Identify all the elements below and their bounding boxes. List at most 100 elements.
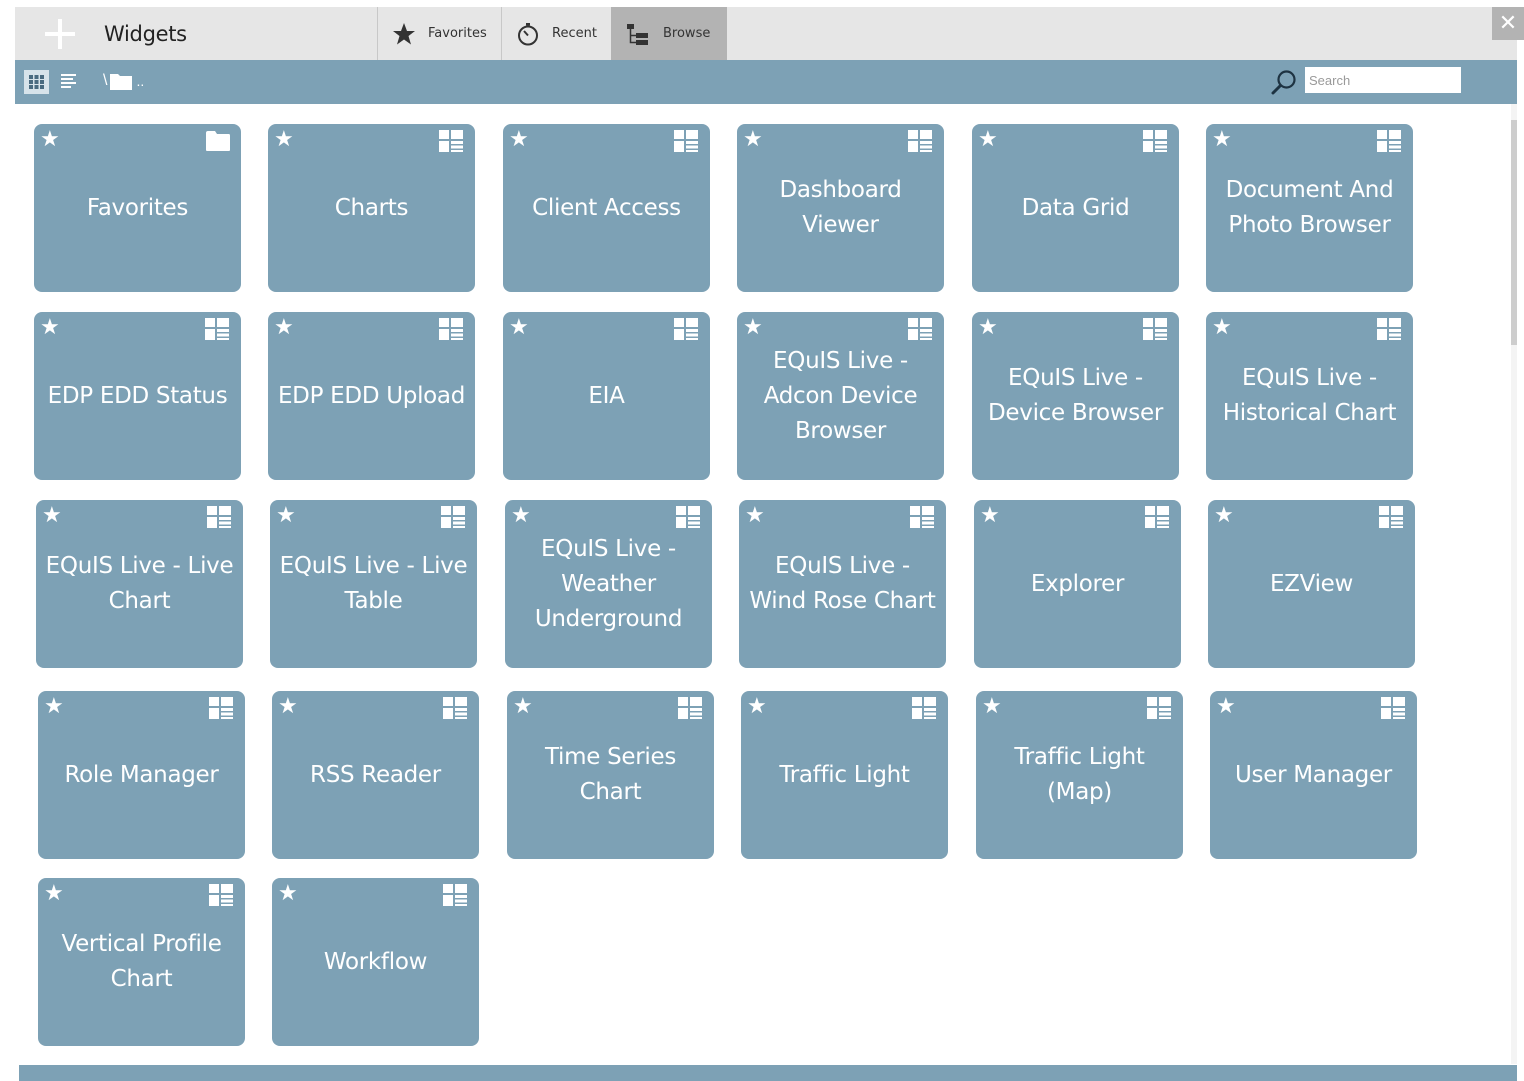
breadcrumb-separator: \ <box>103 72 108 89</box>
breadcrumb[interactable]: \ .. <box>103 69 144 93</box>
widget-tile-label: EQuIS Live - Historical Chart <box>1222 365 1397 426</box>
favorite-star-icon[interactable]: ★ <box>274 128 294 152</box>
grid-view-button[interactable] <box>24 70 49 94</box>
widget-icon <box>205 318 229 340</box>
favorite-star-icon[interactable]: ★ <box>509 316 529 340</box>
widget-icon <box>1143 130 1167 152</box>
widget-icon <box>441 506 465 528</box>
widget-tile[interactable]: ★ Data Grid <box>972 124 1179 292</box>
widgets-window: Widgets Favorites Recent Browse ✕ \ .. S… <box>0 0 1524 1081</box>
widget-tile[interactable]: ★ Favorites <box>34 124 241 292</box>
widget-icon <box>207 506 231 528</box>
widget-tile-label: EQuIS Live - Wind Rose Chart <box>749 553 936 614</box>
widget-tile-label: EQuIS Live - Device Browser <box>988 365 1163 426</box>
favorite-star-icon[interactable]: ★ <box>44 695 64 719</box>
tab-label: Recent <box>552 26 597 41</box>
widget-icon <box>674 318 698 340</box>
widget-tile[interactable]: ★ EQuIS Live - Weather Underground <box>505 500 712 668</box>
favorite-star-icon[interactable]: ★ <box>747 695 767 719</box>
favorite-star-icon[interactable]: ★ <box>980 504 1000 528</box>
widget-tile[interactable]: ★ User Manager <box>1210 691 1417 859</box>
widget-icon <box>209 884 233 906</box>
widget-tile[interactable]: ★ RSS Reader <box>272 691 479 859</box>
grid-view-icon <box>29 75 44 89</box>
favorite-star-icon[interactable]: ★ <box>1212 128 1232 152</box>
favorite-star-icon[interactable]: ★ <box>745 504 765 528</box>
widget-tile[interactable]: ★ Time Series Chart <box>507 691 714 859</box>
widget-tile[interactable]: ★ EQuIS Live - Wind Rose Chart <box>739 500 946 668</box>
favorite-star-icon[interactable]: ★ <box>743 316 763 340</box>
favorite-star-icon[interactable]: ★ <box>978 128 998 152</box>
widget-tile-label: EQuIS Live - Adcon Device Browser <box>763 347 918 444</box>
favorite-star-icon[interactable]: ★ <box>274 316 294 340</box>
widget-tile-label: Client Access <box>532 194 681 221</box>
widget-tile[interactable]: ★ EQuIS Live - Historical Chart <box>1206 312 1413 480</box>
widget-tile-label: EIA <box>588 382 625 409</box>
search-input[interactable] <box>1305 67 1461 93</box>
widget-tile[interactable]: ★ EDP EDD Status <box>34 312 241 480</box>
widget-tile[interactable]: ★ EQuIS Live - Device Browser <box>972 312 1179 480</box>
widget-tile[interactable]: ★ EDP EDD Upload <box>268 312 475 480</box>
favorite-star-icon[interactable]: ★ <box>978 316 998 340</box>
favorite-star-icon[interactable]: ★ <box>40 128 60 152</box>
widget-tile-label: Explorer <box>1030 570 1125 597</box>
widget-icon <box>1143 318 1167 340</box>
favorite-star-icon[interactable]: ★ <box>982 695 1002 719</box>
favorite-star-icon[interactable]: ★ <box>509 128 529 152</box>
favorite-star-icon[interactable]: ★ <box>278 882 298 906</box>
widget-icon <box>676 506 700 528</box>
widget-tile[interactable]: ★ Explorer <box>974 500 1181 668</box>
widget-icon <box>1147 697 1171 719</box>
widget-tile[interactable]: ★ Client Access <box>503 124 710 292</box>
favorite-star-icon[interactable]: ★ <box>278 695 298 719</box>
widget-tile[interactable]: ★ Charts <box>268 124 475 292</box>
widget-tile[interactable]: ★ Workflow <box>272 878 479 1046</box>
widget-tile-label: EDP EDD Upload <box>277 382 466 409</box>
tab-recent[interactable]: Recent <box>501 7 611 60</box>
widget-icon <box>1379 506 1403 528</box>
widget-icon <box>439 130 463 152</box>
favorite-star-icon[interactable]: ★ <box>44 882 64 906</box>
favorite-star-icon[interactable]: ★ <box>1214 504 1234 528</box>
widget-tile[interactable]: ★ Role Manager <box>38 691 245 859</box>
widget-tile[interactable]: ★ Dashboard Viewer <box>737 124 944 292</box>
widget-icon <box>912 697 936 719</box>
widget-icon <box>674 130 698 152</box>
tab-label: Favorites <box>428 26 487 41</box>
widget-tile[interactable]: ★ Traffic Light <box>741 691 948 859</box>
widget-tile-label: EQuIS Live - Live Chart <box>45 553 234 614</box>
widget-tile[interactable]: ★ Document And Photo Browser <box>1206 124 1413 292</box>
close-button[interactable]: ✕ <box>1492 7 1524 40</box>
widget-tile[interactable]: ★ EQuIS Live - Adcon Device Browser <box>737 312 944 480</box>
widget-tile[interactable]: ★ EIA <box>503 312 710 480</box>
tab-label: Browse <box>663 26 711 41</box>
list-view-button[interactable] <box>58 70 80 94</box>
widget-tile[interactable]: ★ EQuIS Live - Live Table <box>270 500 477 668</box>
scrollbar-thumb[interactable] <box>1511 120 1517 345</box>
widget-tile[interactable]: ★ Vertical Profile Chart <box>38 878 245 1046</box>
widget-icon <box>910 506 934 528</box>
widget-icon <box>443 697 467 719</box>
favorite-star-icon[interactable]: ★ <box>513 695 533 719</box>
widget-tile-label: Favorites <box>86 194 189 221</box>
favorite-star-icon[interactable]: ★ <box>1212 316 1232 340</box>
tab-favorites[interactable]: Favorites <box>377 7 501 60</box>
page-title: Widgets <box>104 22 187 46</box>
favorite-star-icon[interactable]: ★ <box>511 504 531 528</box>
add-widget-button[interactable] <box>45 19 75 49</box>
favorite-star-icon[interactable]: ★ <box>40 316 60 340</box>
favorite-star-icon[interactable]: ★ <box>743 128 763 152</box>
tab-browse[interactable]: Browse <box>611 7 727 60</box>
widget-icon <box>908 318 932 340</box>
favorite-star-icon[interactable]: ★ <box>276 504 296 528</box>
folder-icon <box>110 74 133 90</box>
search-icon[interactable] <box>1270 68 1298 96</box>
widget-tile-label: User Manager <box>1235 761 1392 788</box>
widget-tile-label: Vertical Profile Chart <box>61 931 222 992</box>
widget-tile[interactable]: ★ Traffic Light (Map) <box>976 691 1183 859</box>
widget-tile[interactable]: ★ EZView <box>1208 500 1415 668</box>
widget-tile[interactable]: ★ EQuIS Live - Live Chart <box>36 500 243 668</box>
favorite-star-icon[interactable]: ★ <box>1216 695 1236 719</box>
favorite-star-icon[interactable]: ★ <box>42 504 62 528</box>
widget-icon <box>678 697 702 719</box>
